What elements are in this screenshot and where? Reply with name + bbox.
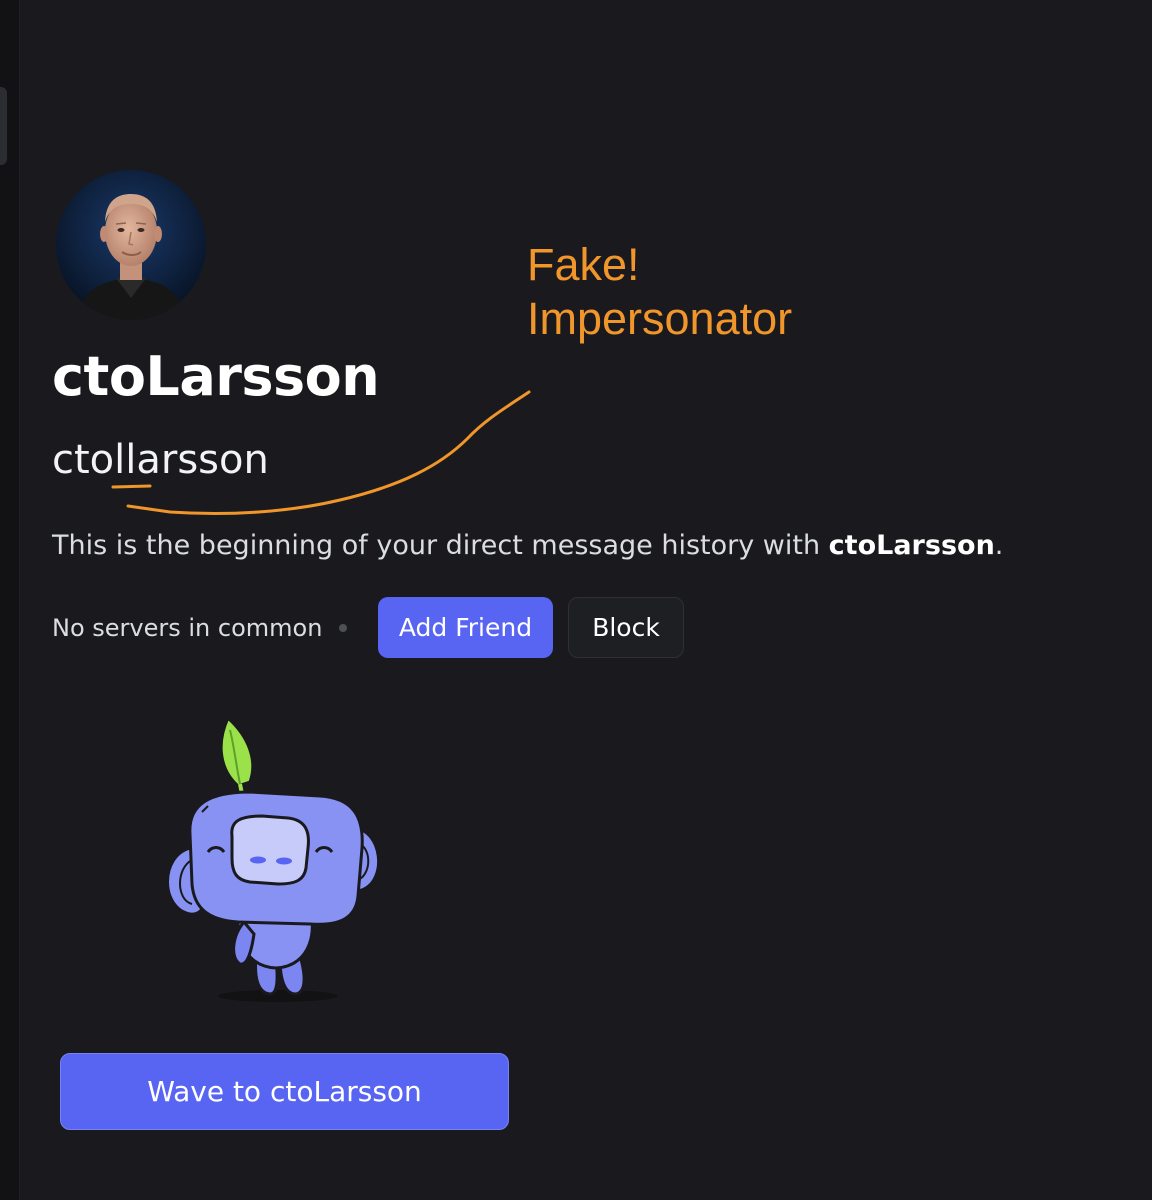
intro-name: ctoLarsson: [828, 530, 995, 561]
intro-suffix: .: [994, 530, 1004, 561]
dm-intro-text: This is the beginning of your direct mes…: [52, 526, 1003, 566]
wumpus-sticker: [150, 708, 400, 1008]
add-friend-button[interactable]: Add Friend: [378, 597, 553, 658]
block-button[interactable]: Block: [568, 597, 684, 658]
side-handle[interactable]: [0, 87, 7, 165]
avatar-photo-icon: [56, 170, 206, 320]
user-avatar[interactable]: [56, 170, 206, 320]
annotation-line-1: Fake!: [527, 239, 640, 290]
intro-prefix: This is the beginning of your direct mes…: [52, 530, 829, 561]
username: ctollarsson: [52, 437, 269, 483]
display-name: ctoLarsson: [52, 345, 380, 408]
wumpus-wave-icon: [166, 715, 381, 1002]
left-edge-panel: [0, 0, 20, 1200]
dm-start-page: ctoLarsson ctollarsson This is the begin…: [0, 0, 1152, 1200]
mutual-servers-text: No servers in common: [52, 614, 323, 642]
wave-button[interactable]: Wave to ctoLarsson: [60, 1053, 509, 1130]
separator-dot: [339, 624, 347, 632]
annotation-text: Fake! Impersonator: [527, 238, 792, 346]
annotation-line-2: Impersonator: [527, 293, 793, 344]
